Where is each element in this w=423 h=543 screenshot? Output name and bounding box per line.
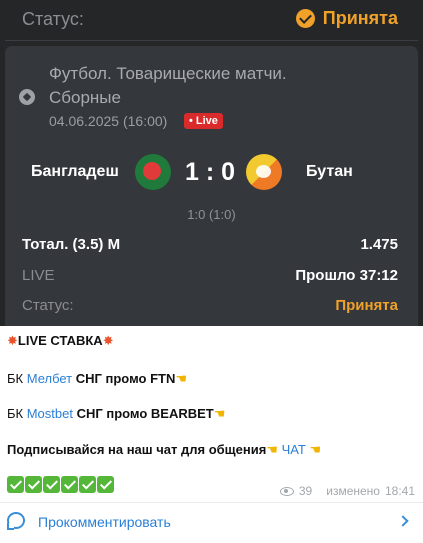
team-home: Бангладеш xyxy=(31,163,119,180)
flag-bangladesh-icon xyxy=(135,154,171,190)
message-title: ✸LIVE СТАВКА✸ xyxy=(7,333,114,349)
chevron-right-icon xyxy=(397,515,409,527)
explosion-emoji-icon: ✸ xyxy=(7,334,18,349)
edited-label: изменено xyxy=(326,484,380,498)
chat-line: Подписывайся на наш чат для общения☚ ЧАТ… xyxy=(7,442,321,458)
message-time: 18:41 xyxy=(384,484,415,498)
odds-value: 1.475 xyxy=(360,236,398,253)
comment-bubble-icon xyxy=(7,512,25,530)
flag-bhutan-icon xyxy=(246,154,282,190)
pointing-hand-icon: ☚ xyxy=(309,443,322,458)
pointing-hand-icon: ☚ xyxy=(213,407,226,422)
message-meta: 39 изменено 18:41 xyxy=(279,484,415,498)
promo-prefix: БК xyxy=(7,371,27,386)
market-label: Тотал. (3.5) М xyxy=(22,236,121,253)
check-emoji-row xyxy=(7,476,114,493)
check-mark-emoji-icon xyxy=(97,476,114,493)
view-count: 39 xyxy=(298,484,313,498)
check-mark-emoji-icon xyxy=(25,476,42,493)
melbet-link[interactable]: Мелбет xyxy=(27,371,72,386)
top-status-value: Принята xyxy=(295,8,398,29)
chat-text: Подписывайся на наш чат для общения xyxy=(7,442,267,457)
promo-prefix: БК xyxy=(7,406,27,421)
bet-screenshot: Статус: Принята Футбол. Товарищеские мат… xyxy=(0,0,423,326)
match-score: 1 : 0 xyxy=(185,158,236,186)
status-value: Принята xyxy=(335,297,398,314)
top-status-row: Статус: Принята xyxy=(0,0,423,40)
promo-code: BEARBET xyxy=(150,406,214,421)
check-mark-emoji-icon xyxy=(7,476,24,493)
top-status-label: Статус: xyxy=(22,9,84,29)
status-label: Статус: xyxy=(22,297,74,314)
elapsed-time: Прошло 37:12 xyxy=(295,267,398,284)
promo-text: СНГ промо xyxy=(72,406,151,421)
eye-icon xyxy=(279,486,294,496)
match-date: 04.06.2025 (16:00) xyxy=(49,113,168,129)
pointing-hand-icon: ☚ xyxy=(175,372,188,387)
halftime-score: 1:0 (1:0) xyxy=(187,207,236,222)
check-mark-emoji-icon xyxy=(43,476,60,493)
chat-link[interactable]: ЧАТ xyxy=(282,442,306,457)
league-name: Футбол. Товарищеские матчи. Сборные xyxy=(49,64,287,107)
soccer-ball-icon xyxy=(19,89,35,105)
pointing-hand-icon: ☚ xyxy=(266,443,278,458)
promo-line-mostbet: БК Mostbet СНГ промо BEARBET☚ xyxy=(7,406,225,422)
promo-code: FTN xyxy=(150,371,176,386)
check-circle-icon xyxy=(295,9,315,28)
team-away: Бутан xyxy=(306,163,353,180)
promo-text: СНГ промо xyxy=(72,371,151,386)
check-mark-emoji-icon xyxy=(61,476,78,493)
divider xyxy=(5,40,418,41)
message-title-text: LIVE СТАВКА xyxy=(17,333,103,348)
live-label: LIVE xyxy=(22,267,55,284)
promo-line-melbet: БК Мелбет СНГ промо FTN☚ xyxy=(7,371,187,387)
top-status-text: Принята xyxy=(322,8,398,28)
live-badge: • Live xyxy=(184,113,223,129)
explosion-emoji-icon: ✸ xyxy=(102,334,114,349)
mostbet-link[interactable]: Mostbet xyxy=(27,406,73,421)
check-mark-emoji-icon xyxy=(79,476,96,493)
comment-label: Прокомментировать xyxy=(38,514,171,530)
comment-button[interactable]: Прокомментировать xyxy=(0,503,423,543)
